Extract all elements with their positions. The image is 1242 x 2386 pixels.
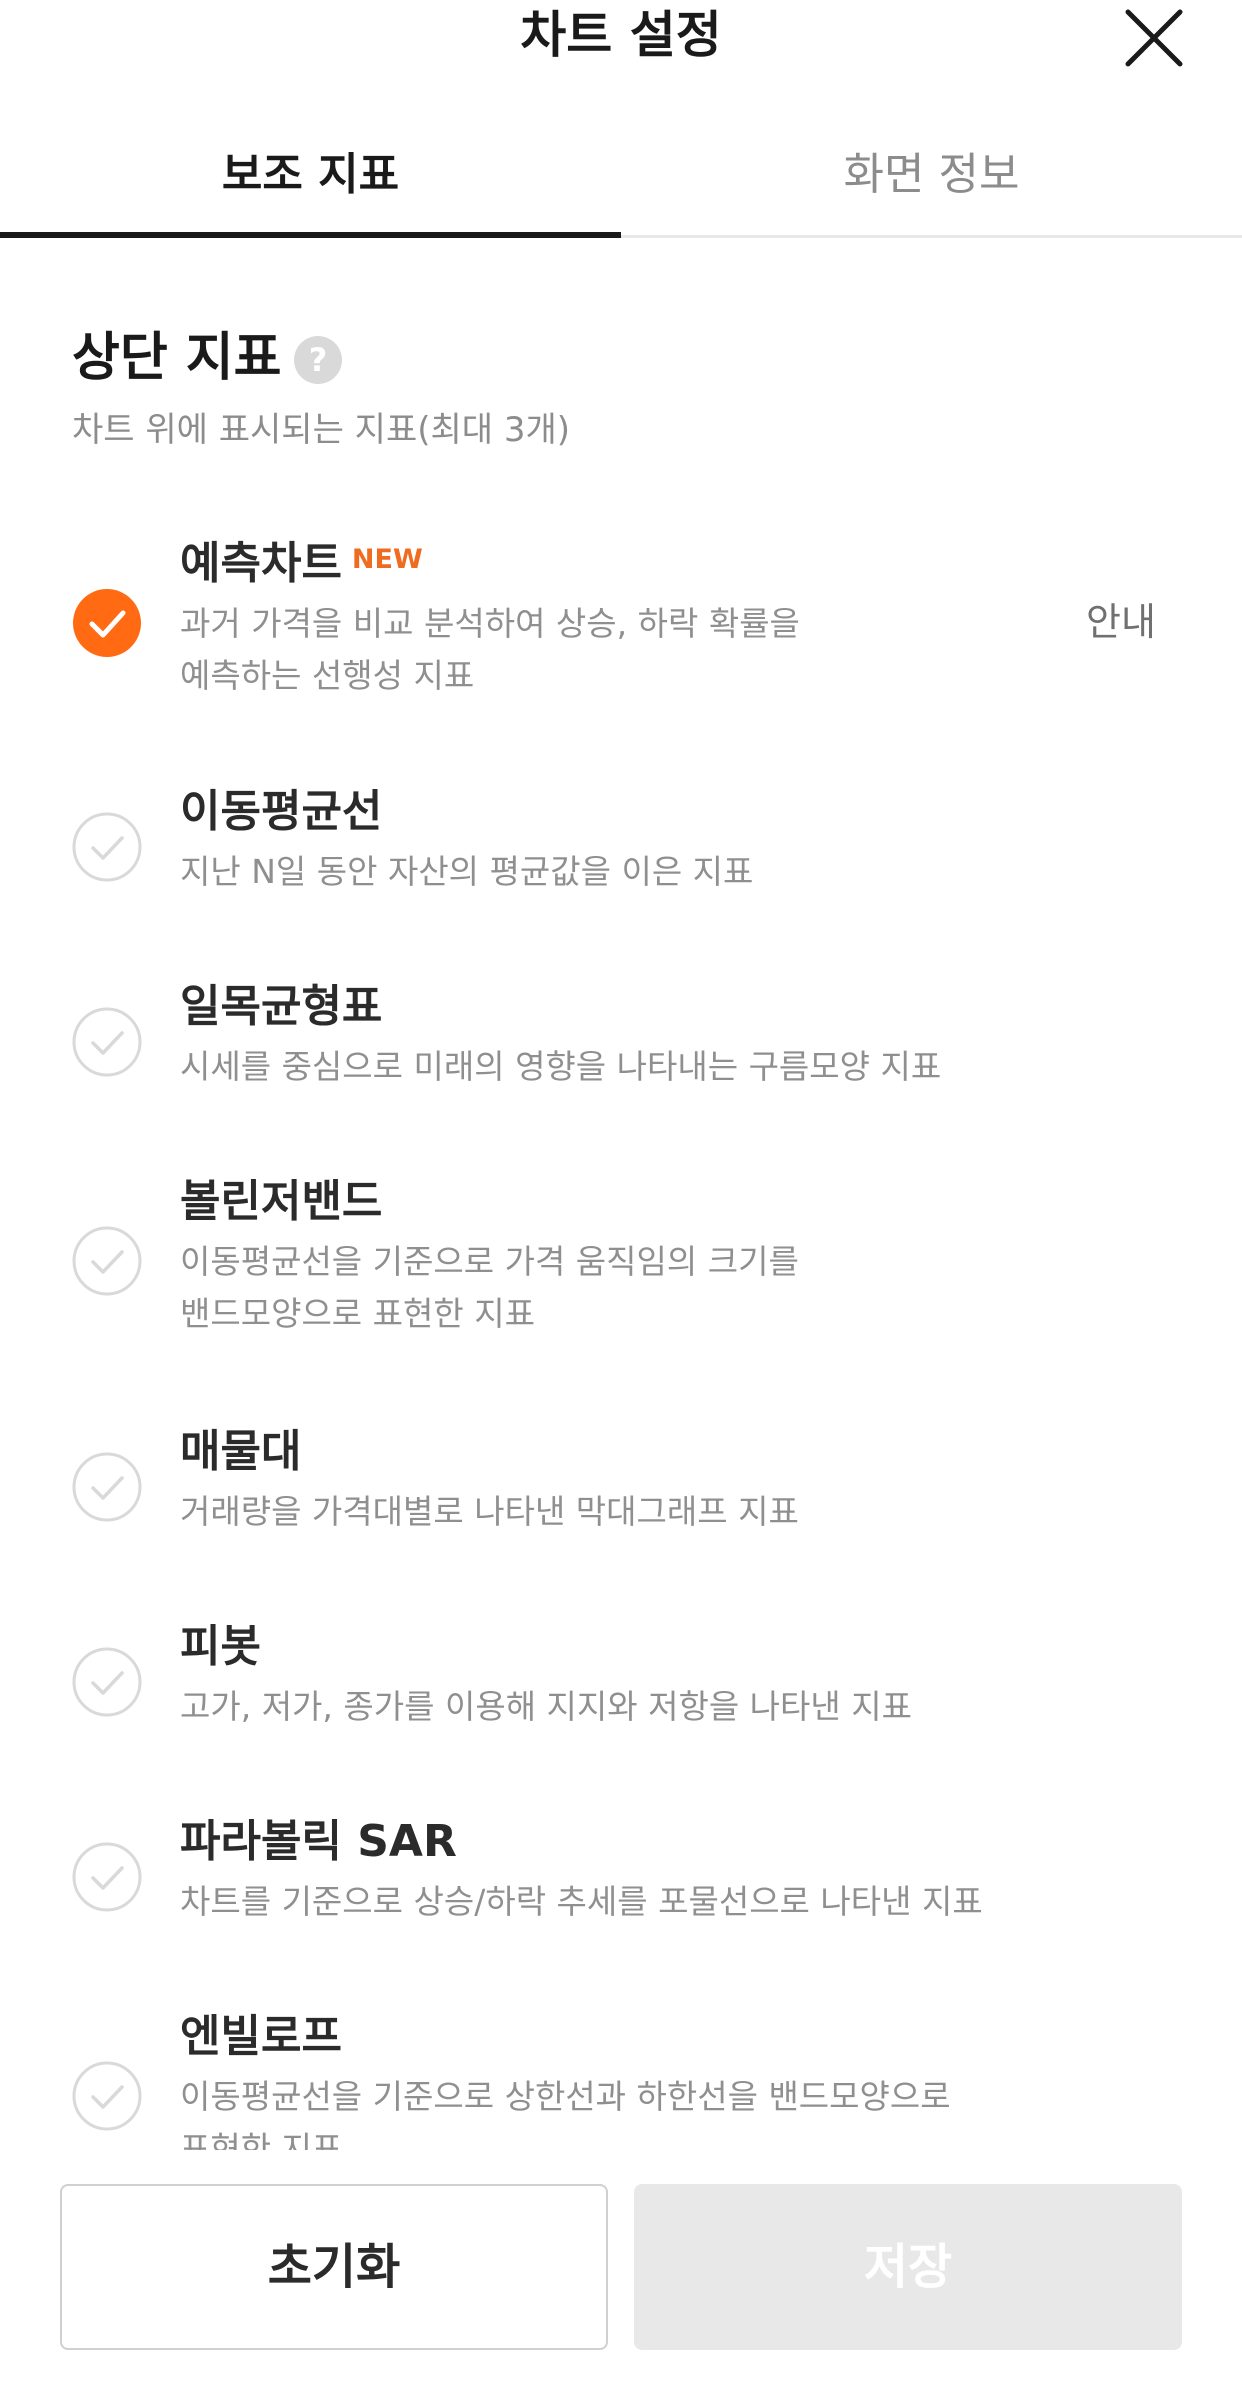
check-circle-outline-icon (72, 2061, 142, 2131)
indicator-item-prediction-chart[interactable]: 예측차트 NEW 과거 가격을 비교 분석하여 상승, 하락 확률을 예측하는 선… (0, 532, 1242, 702)
indicator-item-bollinger-band[interactable]: 볼린저밴드 이동평균선을 기준으로 가격 움직임의 크기를 밴드모양으로 표현한… (0, 1170, 1242, 1340)
help-icon[interactable]: ? (294, 336, 342, 384)
indicator-description: 과거 가격을 비교 분석하여 상승, 하락 확률을 예측하는 선행성 지표 (180, 598, 1040, 702)
indicator-description-line: 과거 가격을 비교 분석하여 상승, 하락 확률을 (180, 604, 800, 643)
info-link[interactable]: 안내 (1086, 594, 1156, 650)
check-circle-outline-icon (72, 1007, 142, 1077)
indicator-title: 피봇 (180, 1621, 261, 1672)
checkbox-unchecked[interactable] (72, 1007, 142, 1077)
checkbox-unchecked[interactable] (72, 1452, 142, 1522)
indicator-item-volume-profile[interactable]: 매물대 거래량을 가격대별로 나타낸 막대그래프 지표 (0, 1420, 1242, 1550)
indicator-description-line: 거래량을 가격대별로 나타낸 막대그래프 지표 (180, 1492, 799, 1531)
checkbox-unchecked[interactable] (72, 1647, 142, 1717)
indicator-description-line: 예측하는 선행성 지표 (180, 656, 475, 695)
tab-sub-indicators[interactable]: 보조 지표 (0, 120, 621, 238)
bottom-action-bar: 초기화 저장 (0, 2150, 1242, 2386)
indicator-description-line: 이동평균선을 기준으로 상한선과 하한선을 밴드모양으로 (180, 2077, 951, 2116)
save-button[interactable]: 저장 (634, 2184, 1182, 2350)
new-badge: NEW (351, 544, 423, 575)
checkbox-unchecked[interactable] (72, 1842, 142, 1912)
indicator-item-parabolic-sar[interactable]: 파라볼릭 SAR 차트를 기준으로 상승/하락 추세를 포물선으로 나타낸 지표 (0, 1810, 1242, 1940)
indicator-title: 파라볼릭 SAR (180, 1816, 457, 1867)
indicator-description-line: 차트를 기준으로 상승/하락 추세를 포물선으로 나타낸 지표 (180, 1882, 983, 1921)
check-circle-outline-icon (72, 1226, 142, 1296)
checkbox-checked[interactable] (72, 588, 142, 658)
indicator-description-line: 지난 N일 동안 자산의 평균값을 이은 지표 (180, 852, 754, 891)
close-icon (1125, 9, 1183, 67)
tab-screen-info[interactable]: 화면 정보 (621, 120, 1242, 238)
indicator-description: 차트를 기준으로 상승/하락 추세를 포물선으로 나타낸 지표 (180, 1876, 1040, 1928)
indicator-title: 매물대 (180, 1426, 302, 1477)
indicator-description-line: 시세를 중심으로 미래의 영향을 나타내는 구름모양 지표 (180, 1047, 942, 1086)
indicator-item-pivot[interactable]: 피봇 고가, 저가, 종가를 이용해 지지와 저항을 나타낸 지표 (0, 1615, 1242, 1745)
page-title: 차트 설정 (520, 6, 722, 64)
indicator-item-ichimoku[interactable]: 일목균형표 시세를 중심으로 미래의 영향을 나타내는 구름모양 지표 (0, 975, 1242, 1105)
active-tab-indicator (0, 232, 621, 238)
indicator-title-text: 예측차트 (180, 538, 342, 589)
tab-bar: 보조 지표 화면 정보 (0, 120, 1242, 238)
indicator-title: 이동평균선 (180, 786, 383, 837)
indicator-title: 볼린저밴드 (180, 1176, 383, 1227)
indicator-title: 일목균형표 (180, 981, 383, 1032)
checkbox-unchecked[interactable] (72, 812, 142, 882)
indicator-description-line: 밴드모양으로 표현한 지표 (180, 1294, 535, 1333)
header: 차트 설정 (0, 0, 1242, 80)
section-title: 상단 지표 (72, 328, 282, 388)
indicator-description: 이동평균선을 기준으로 가격 움직임의 크기를 밴드모양으로 표현한 지표 (180, 1236, 1040, 1340)
indicator-item-moving-average[interactable]: 이동평균선 지난 N일 동안 자산의 평균값을 이은 지표 (0, 780, 1242, 910)
section-subtitle: 차트 위에 표시되는 지표(최대 3개) (72, 410, 571, 450)
indicator-title: 엔빌로프 (180, 2011, 342, 2062)
check-circle-outline-icon (72, 1842, 142, 1912)
check-circle-filled-icon (73, 589, 141, 657)
indicator-description: 지난 N일 동안 자산의 평균값을 이은 지표 (180, 846, 1040, 898)
check-circle-outline-icon (72, 1452, 142, 1522)
checkbox-unchecked[interactable] (72, 1226, 142, 1296)
indicator-description: 시세를 중심으로 미래의 영향을 나타내는 구름모양 지표 (180, 1041, 1040, 1093)
checkbox-unchecked[interactable] (72, 2061, 142, 2131)
close-button[interactable] (1120, 4, 1188, 72)
check-circle-outline-icon (72, 1647, 142, 1717)
indicator-description-line: 이동평균선을 기준으로 가격 움직임의 크기를 (180, 1242, 799, 1281)
indicator-description: 고가, 저가, 종가를 이용해 지지와 저항을 나타낸 지표 (180, 1681, 1040, 1733)
indicator-description-line: 고가, 저가, 종가를 이용해 지지와 저항을 나타낸 지표 (180, 1687, 912, 1726)
reset-button[interactable]: 초기화 (60, 2184, 608, 2350)
indicator-title: 예측차트 NEW (180, 532, 423, 596)
indicator-description: 거래량을 가격대별로 나타낸 막대그래프 지표 (180, 1486, 1040, 1538)
check-circle-outline-icon (72, 812, 142, 882)
